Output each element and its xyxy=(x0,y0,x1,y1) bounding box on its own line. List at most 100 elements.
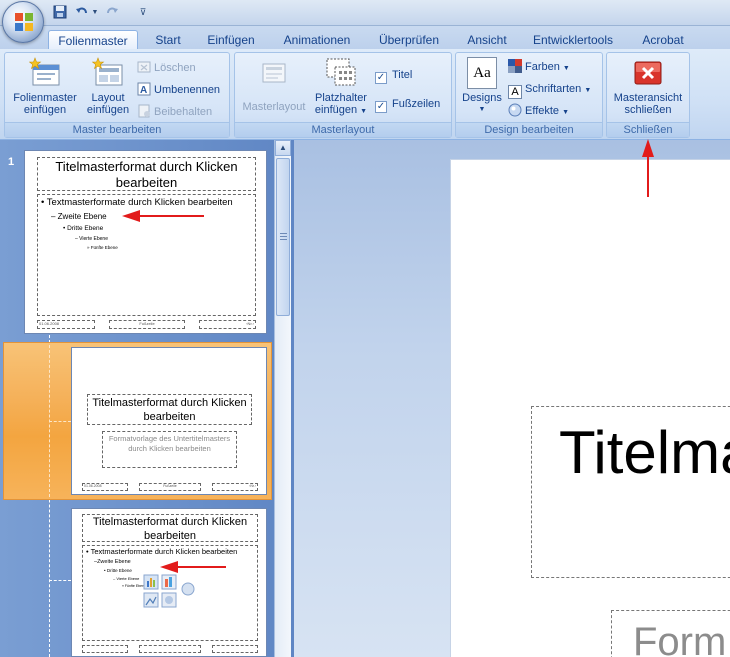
schriftarten-button[interactable]: A Schriftarten ▼ xyxy=(508,80,591,99)
beibehalten-label: Beibehalten xyxy=(154,106,213,118)
loeschen-label: Löschen xyxy=(154,62,196,74)
title-layout-thumbnail[interactable]: Titelmasterformat durch Klicken bearbeit… xyxy=(71,347,267,495)
tab-start[interactable]: Start xyxy=(146,30,190,50)
tab-ueberpruefen[interactable]: Überprüfen xyxy=(372,30,446,50)
folienmaster-einfuegen-label-1: Folienmaster xyxy=(13,92,77,104)
layout-einfuegen-label-1: Layout xyxy=(91,92,125,104)
scrollbar-thumb[interactable] xyxy=(276,158,290,316)
group-master-bearbeiten: Folienmaster einfügen Layout einfügen Lö… xyxy=(4,52,230,138)
save-icon[interactable] xyxy=(52,4,68,20)
tree-connector-line xyxy=(49,580,71,581)
thumb3-level3-text: Dritte Ebene xyxy=(106,568,132,573)
platzhalter-einfuegen-button[interactable]: Platzhalter einfügen ▼ xyxy=(311,57,371,118)
tab-animationen[interactable]: Animationen xyxy=(276,30,358,50)
fusszeilen-checkbox[interactable]: ✓ Fußzeilen xyxy=(375,95,440,113)
main-title-text: Titelma xyxy=(559,419,730,486)
rename-icon: A xyxy=(137,82,151,96)
tab-folienmaster[interactable]: Folienmaster xyxy=(48,30,138,50)
slide-master-thumbnail[interactable]: Titelmasterformat durch Klicken bearbeit… xyxy=(24,150,267,334)
red-arrow-icon xyxy=(642,139,654,197)
content-layout-thumbnail[interactable]: Titelmasterformat durch Klicken bearbeit… xyxy=(71,508,267,657)
master-layout-icon xyxy=(258,57,290,89)
insert-slide-master-icon xyxy=(28,57,61,89)
titel-check-icon: ✓ xyxy=(375,72,387,84)
thumb1-footer-num: ‹Nr.› xyxy=(246,321,254,326)
thumb3-level3: • Dritte Ebene xyxy=(104,568,132,573)
delete-icon xyxy=(137,60,151,74)
thumb3-level2-text: Zweite Ebene xyxy=(97,559,131,565)
scroll-up-icon[interactable]: ▲ xyxy=(275,140,291,156)
office-button[interactable] xyxy=(2,1,44,43)
loeschen-button[interactable]: Löschen xyxy=(137,59,196,77)
thumb1-level3-text: Dritte Ebene xyxy=(67,225,104,232)
beibehalten-button[interactable]: Beibehalten xyxy=(137,103,212,121)
thumb3-title: Titelmasterformat durch Klicken bearbeit… xyxy=(92,516,248,542)
ribbon-tabs: Folienmaster Start Einfügen Animationen … xyxy=(0,26,730,50)
layout-einfuegen-button[interactable]: Layout einfügen xyxy=(83,57,133,116)
tab-einfuegen[interactable]: Einfügen xyxy=(200,30,262,50)
red-arrow-icon xyxy=(160,561,226,573)
thumb3-level1: • Textmasterformate durch Klicken bearbe… xyxy=(86,547,238,556)
slide-number: 1 xyxy=(8,156,15,168)
platzhalter-label-1: Platzhalter xyxy=(315,92,367,104)
main-slide-canvas[interactable]: Titelma Form xyxy=(450,159,730,657)
thumb2-subtitle: Formatvorlage des Untertitelmasters durc… xyxy=(108,434,231,453)
masterlayout-button[interactable]: Masterlayout xyxy=(237,57,311,113)
platzhalter-label-2: einfügen xyxy=(314,104,358,116)
thumb1-level4-text: Vierte Ebene xyxy=(79,236,108,242)
umbenennen-button[interactable]: A Umbenennen xyxy=(137,81,220,99)
thumb1-level1-text: Textmasterformate durch Klicken bearbeit… xyxy=(46,197,233,208)
fusszeilen-label: Fußzeilen xyxy=(392,98,441,110)
office-logo-icon xyxy=(15,13,33,31)
designs-label: Designs xyxy=(462,92,502,104)
thumbnail-scrollbar[interactable]: ▲ xyxy=(274,140,291,657)
tab-acrobat[interactable]: Acrobat xyxy=(634,30,692,50)
group-label-schliessen: Schließen xyxy=(607,122,689,137)
masteransicht-label-2: schließen xyxy=(624,104,672,116)
fusszeilen-check-icon: ✓ xyxy=(375,101,387,113)
thumb3-level4-text: Vierte Ebene xyxy=(116,576,140,581)
farben-dropdown-icon: ▼ xyxy=(562,65,570,72)
thumb3-level1-text: Textmasterformate durch Klicken bearbeit… xyxy=(90,547,238,556)
tab-ansicht[interactable]: Ansicht xyxy=(460,30,514,50)
thumb3-level2: –Zweite Ebene xyxy=(94,559,131,565)
fonts-icon: A xyxy=(508,85,522,99)
thumb1-level5: » Fünfte Ebene xyxy=(87,245,118,250)
masteransicht-label-1: Masteransicht xyxy=(613,92,683,104)
schriftarten-label: Schriftarten xyxy=(525,83,582,95)
farben-button[interactable]: Farben ▼ xyxy=(508,58,570,76)
main-subtitle-text: Form xyxy=(633,620,727,657)
farben-label: Farben xyxy=(525,61,560,73)
title-bar: ▼ ⊽ xyxy=(0,0,730,26)
insert-layout-icon xyxy=(91,57,124,89)
tab-entwicklertools[interactable]: Entwicklertools xyxy=(526,30,620,50)
preserve-icon xyxy=(137,104,151,118)
thumb1-title: Titelmasterformat durch Klicken bearbeit… xyxy=(55,159,238,190)
folienmaster-einfuegen-button[interactable]: Folienmaster einfügen xyxy=(7,57,83,116)
thumb1-level3: • Dritte Ebene xyxy=(63,225,104,232)
group-label-master-bearbeiten: Master bearbeiten xyxy=(5,122,229,137)
thumb1-footer-mid: Fußzeile xyxy=(139,321,155,326)
scrollbar-grip-icon xyxy=(280,233,287,241)
masteransicht-schliessen-button[interactable]: Masteransicht schließen xyxy=(609,57,687,116)
undo-icon[interactable] xyxy=(74,4,90,20)
thumb2-footer-num: ‹Nr.› xyxy=(249,484,256,488)
effekte-label: Effekte xyxy=(525,105,560,117)
umbenennen-label: Umbenennen xyxy=(154,84,221,96)
designs-dropdown-icon: ▼ xyxy=(478,106,486,113)
masterlayout-label: Masterlayout xyxy=(242,101,306,113)
placeholder-icon xyxy=(325,57,357,89)
titel-checkbox[interactable]: ✓ Titel xyxy=(375,66,412,84)
group-masterlayout: Masterlayout Platzhalter einfügen ▼ ✓ Tit… xyxy=(234,52,452,138)
undo-dropdown-icon[interactable]: ▼ xyxy=(91,4,99,20)
thumb2-title: Titelmasterformat durch Klicken bearbeit… xyxy=(92,397,247,423)
red-arrow-icon xyxy=(122,210,204,222)
content-insert-icons xyxy=(143,574,195,608)
effekte-button[interactable]: Effekte ▼ xyxy=(508,102,569,120)
redo-icon[interactable] xyxy=(104,4,120,20)
customize-icon[interactable]: ⊽ xyxy=(138,4,148,20)
designs-button[interactable]: Aa Designs ▼ xyxy=(458,57,506,116)
titel-label: Titel xyxy=(392,69,413,81)
thumb1-footer-date: 01.06.2008 xyxy=(39,321,60,326)
layout-einfuegen-label-2: einfügen xyxy=(86,104,130,116)
